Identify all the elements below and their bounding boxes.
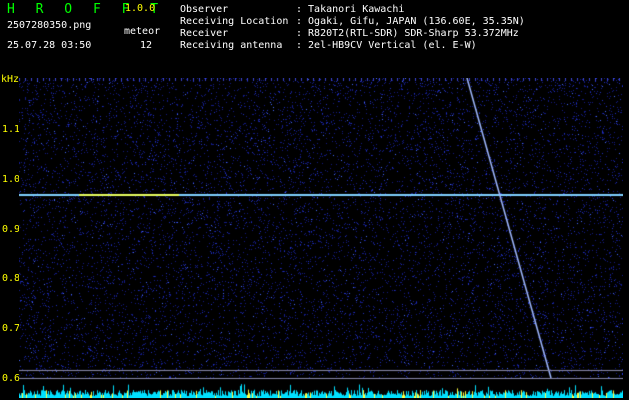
- location-value: : Ogaki, Gifu, JAPAN (136.60E, 35.35N): [296, 16, 525, 27]
- app-version: 1.0.0: [125, 3, 156, 14]
- timestamp: 25.07.28 03:50: [7, 40, 92, 51]
- meteor-label: meteor: [124, 26, 161, 37]
- observer-value: : Takanori Kawachi: [296, 4, 405, 15]
- observer-label: Observer: [180, 4, 229, 15]
- frequency-tick: 0.6: [2, 373, 21, 384]
- location-label: Receiving Location: [180, 16, 289, 27]
- spectrogram-canvas: [19, 78, 623, 398]
- meteor-count: 12: [140, 40, 153, 51]
- receiver-label: Receiver: [180, 28, 229, 39]
- frequency-tick: 1.1: [2, 124, 21, 135]
- antenna-label: Receiving antenna: [180, 40, 283, 51]
- axis-unit-label: kHz: [1, 74, 20, 85]
- frequency-tick: 0.8: [2, 273, 21, 284]
- antenna-value: : 2el-HB9CV Vertical (el. E-W): [296, 40, 477, 51]
- header-panel: H R O F F T 1.0.0 2507280350.png 25.07.2…: [0, 0, 629, 76]
- frequency-tick: 1.0: [2, 174, 21, 185]
- file-name: 2507280350.png: [7, 20, 92, 31]
- frequency-tick: 0.7: [2, 323, 21, 334]
- frequency-tick: 0.9: [2, 224, 21, 235]
- receiver-value: : R820T2(RTL-SDR) SDR-Sharp 53.372MHz: [296, 28, 519, 39]
